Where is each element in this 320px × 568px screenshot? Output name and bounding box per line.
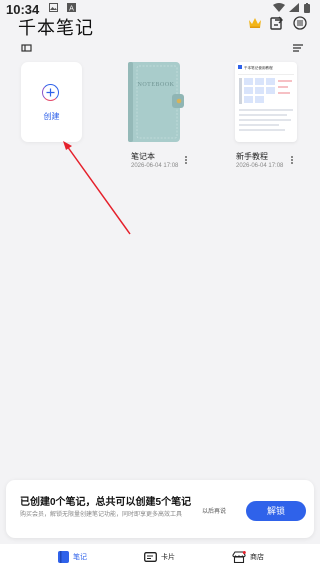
tab-notes-label: 笔记 xyxy=(73,554,87,561)
bottom-tab-bar: 笔记 卡片 商店 xyxy=(0,544,320,568)
tab-cards-label: 卡片 xyxy=(161,554,175,561)
panel-title: 已创建0个笔记，总共可以创建5个笔记 xyxy=(20,497,192,508)
tab-notes[interactable]: 笔记 xyxy=(58,550,87,564)
card-tab-icon xyxy=(144,552,157,562)
unlock-button[interactable]: 解锁 xyxy=(246,501,306,521)
panel-description: 购买会员，解锁无限量创建笔记功能，同时即享更多高效工具 xyxy=(20,512,183,518)
notebook-tab-icon xyxy=(58,551,69,563)
later-button[interactable]: 以后再说 xyxy=(202,506,226,515)
store-tab-icon xyxy=(232,551,246,563)
membership-panel: 已创建0个笔记，总共可以创建5个笔记 购买会员，解锁无限量创建笔记功能，同时即享… xyxy=(6,480,314,538)
tab-store-label: 商店 xyxy=(250,554,264,561)
tab-store[interactable]: 商店 xyxy=(232,550,264,564)
tab-cards[interactable]: 卡片 xyxy=(144,550,175,564)
